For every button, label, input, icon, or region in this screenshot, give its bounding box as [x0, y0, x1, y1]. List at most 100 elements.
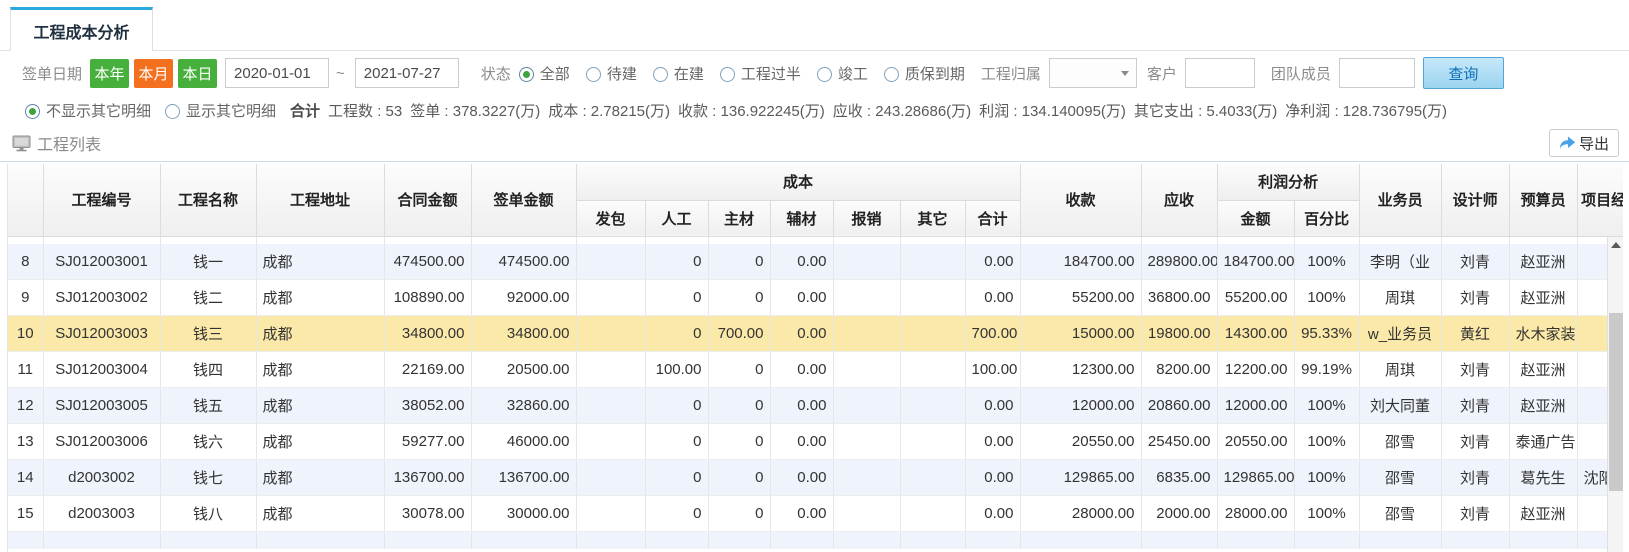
status-option-halfway[interactable]: 工程过半 [720, 63, 801, 84]
cell-signed-link[interactable]: 34800.00 [471, 316, 576, 352]
cell-outsource[interactable] [576, 316, 645, 352]
cell-received-link[interactable]: 15000.00 [1020, 316, 1141, 352]
cell-reimburse[interactable] [833, 424, 900, 460]
export-button[interactable]: 导出 [1549, 129, 1619, 157]
status-option-all[interactable]: 全部 [519, 63, 570, 84]
project-code-link[interactable]: SJ012003002 [43, 280, 160, 316]
status-option-inprogress[interactable]: 在建 [653, 63, 704, 84]
cell-other[interactable] [900, 496, 965, 532]
cell-aux-material[interactable]: 0.00 [770, 352, 833, 388]
header-budgeter[interactable]: 预算员 [1509, 164, 1577, 236]
header-cost-total[interactable]: 合计 [965, 200, 1020, 236]
project-code-link[interactable]: SJ012003001 [43, 244, 160, 280]
cell-signed-link[interactable]: 92000.00 [471, 280, 576, 316]
header-profit-percent[interactable]: 百分比 [1294, 200, 1359, 236]
cell-received-link[interactable]: 129865.00 [1020, 460, 1141, 496]
project-code-link[interactable]: d2003003 [43, 496, 160, 532]
table-row[interactable]: 13SJ012003006钱六成都59277.0046000.00000.000… [8, 424, 1608, 460]
header-designer[interactable]: 设计师 [1441, 164, 1509, 236]
cell-other[interactable] [900, 280, 965, 316]
cell-reimburse[interactable] [833, 388, 900, 424]
header-project-name[interactable]: 工程名称 [160, 164, 256, 236]
cell-aux-material[interactable]: 0.00 [770, 496, 833, 532]
cell-labor[interactable]: 0 [645, 460, 708, 496]
header-cost-other[interactable]: 其它 [900, 200, 965, 236]
show-detail-option[interactable]: 显示其它明细 [165, 100, 276, 121]
header-cost-aux-material[interactable]: 辅材 [770, 200, 833, 236]
project-code-link[interactable]: SJ012003006 [43, 424, 160, 460]
this-year-button[interactable]: 本年 [90, 59, 129, 88]
header-profit-amount[interactable]: 金额 [1217, 200, 1294, 236]
query-button[interactable]: 查询 [1423, 57, 1504, 89]
cell-outsource[interactable] [576, 496, 645, 532]
cell-outsource[interactable] [576, 352, 645, 388]
header-receivable[interactable]: 应收 [1141, 164, 1217, 236]
this-month-button[interactable]: 本月 [134, 59, 173, 88]
table-row[interactable]: 8SJ012003001钱一成都474500.00474500.00000.00… [8, 244, 1608, 280]
header-signed-amount[interactable]: 签单金额 [471, 164, 576, 236]
team-member-input[interactable] [1339, 58, 1415, 88]
cell-outsource[interactable] [576, 424, 645, 460]
table-row[interactable]: 9SJ012003002钱二成都108890.0092000.00000.000… [8, 280, 1608, 316]
cell-main-material[interactable]: 0 [708, 388, 770, 424]
table-row[interactable]: 11SJ012003004钱四成都22169.0020500.00100.000… [8, 352, 1608, 388]
date-to-input[interactable] [355, 58, 459, 88]
cell-received-link[interactable]: 184700.00 [1020, 244, 1141, 280]
scrollbar-thumb[interactable] [1609, 313, 1623, 491]
cell-aux-material[interactable]: 0.00 [770, 244, 833, 280]
cell-aux-material[interactable]: 0.00 [770, 424, 833, 460]
cell-outsource[interactable] [576, 460, 645, 496]
cell-main-material[interactable]: 700.00 [708, 316, 770, 352]
header-project-manager[interactable]: 项目经 [1577, 164, 1623, 236]
cell-signed-link[interactable]: 20500.00 [471, 352, 576, 388]
status-option-pending[interactable]: 待建 [586, 63, 637, 84]
ownership-select[interactable] [1049, 58, 1137, 88]
header-contract-amount[interactable]: 合同金额 [384, 164, 471, 236]
cell-signed-link[interactable]: 32860.00 [471, 388, 576, 424]
cell-aux-material[interactable]: 0.00 [770, 316, 833, 352]
cell-labor[interactable]: 100.00 [645, 352, 708, 388]
cell-signed-link[interactable]: 474500.00 [471, 244, 576, 280]
status-option-warranty[interactable]: 质保到期 [884, 63, 965, 84]
cell-main-material[interactable]: 0 [708, 244, 770, 280]
cell-received-link[interactable]: 55200.00 [1020, 280, 1141, 316]
cell-received-link[interactable]: 12300.00 [1020, 352, 1141, 388]
project-code-link[interactable]: SJ012003004 [43, 352, 160, 388]
cell-main-material[interactable]: 0 [708, 424, 770, 460]
cell-labor[interactable]: 0 [645, 424, 708, 460]
cell-other[interactable] [900, 424, 965, 460]
cell-other[interactable] [900, 244, 965, 280]
cell-received-link[interactable]: 28000.00 [1020, 496, 1141, 532]
header-project-address[interactable]: 工程地址 [256, 164, 384, 236]
cell-other[interactable] [900, 316, 965, 352]
customer-input[interactable] [1185, 58, 1255, 88]
cell-labor[interactable]: 0 [645, 244, 708, 280]
cell-main-material[interactable]: 0 [708, 460, 770, 496]
cell-main-material[interactable]: 0 [708, 280, 770, 316]
header-cost-main-material[interactable]: 主材 [708, 200, 770, 236]
header-cost-labor[interactable]: 人工 [645, 200, 708, 236]
cell-outsource[interactable] [576, 244, 645, 280]
project-code-link[interactable]: d2003002 [43, 460, 160, 496]
tab-project-cost-analysis[interactable]: 工程成本分析 [10, 7, 153, 51]
header-cost-outsource[interactable]: 发包 [576, 200, 645, 236]
cell-signed-link[interactable]: 30000.00 [471, 496, 576, 532]
cell-other[interactable] [900, 388, 965, 424]
table-row[interactable]: 12SJ012003005钱五成都38052.0032860.00000.000… [8, 388, 1608, 424]
scroll-up-icon[interactable] [1608, 237, 1623, 253]
cell-main-material[interactable]: 0 [708, 496, 770, 532]
cell-reimburse[interactable] [833, 316, 900, 352]
project-code-link[interactable]: SJ012003005 [43, 388, 160, 424]
cell-outsource[interactable] [576, 388, 645, 424]
hide-detail-option[interactable]: 不显示其它明细 [25, 100, 151, 121]
cell-outsource[interactable] [576, 280, 645, 316]
cell-signed-link[interactable]: 136700.00 [471, 460, 576, 496]
cell-aux-material[interactable]: 0.00 [770, 388, 833, 424]
cell-other[interactable] [900, 460, 965, 496]
header-received[interactable]: 收款 [1020, 164, 1141, 236]
project-code-link[interactable]: SJ012003003 [43, 316, 160, 352]
header-salesperson[interactable]: 业务员 [1359, 164, 1441, 236]
cell-reimburse[interactable] [833, 244, 900, 280]
cell-aux-material[interactable]: 0.00 [770, 460, 833, 496]
table-row[interactable]: 10SJ012003003钱三成都34800.0034800.000700.00… [8, 316, 1608, 352]
